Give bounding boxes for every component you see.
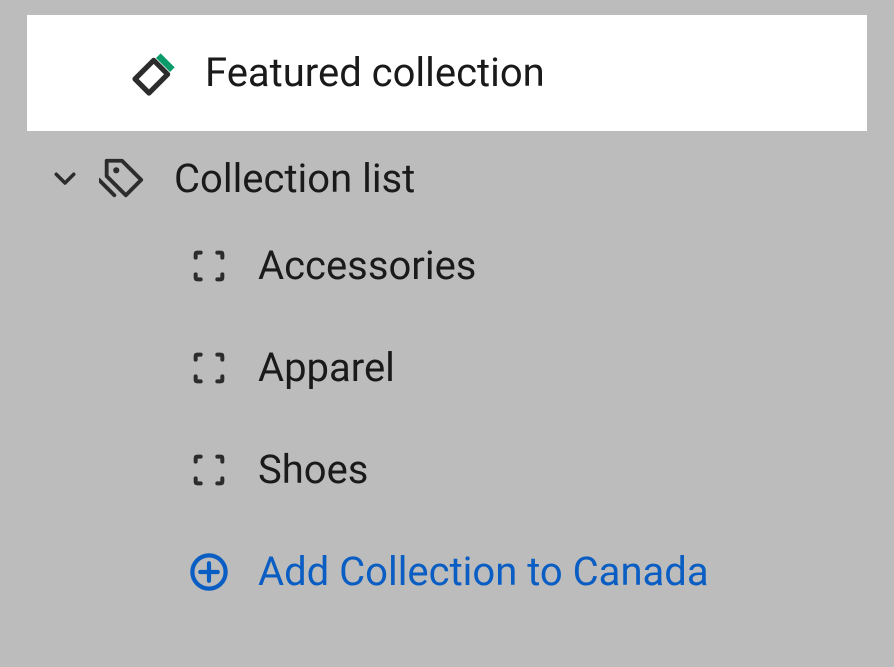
collection-item-accessories[interactable]: Accessories <box>0 242 894 344</box>
collection-list-children: Accessories Apparel Shoes Add Collection… <box>0 202 894 595</box>
collection-list-label: Collection list <box>174 155 415 202</box>
tag-icon <box>98 154 146 202</box>
collection-item-label: Apparel <box>258 344 395 391</box>
chevron-down-icon[interactable] <box>50 163 80 193</box>
collection-item-shoes[interactable]: Shoes <box>0 446 894 548</box>
block-icon <box>188 449 230 491</box>
featured-collection-label: Featured collection <box>205 49 545 96</box>
add-collection-row[interactable]: Add Collection to Canada <box>0 548 894 595</box>
plus-circle-icon <box>188 551 230 593</box>
collection-list-row[interactable]: Collection list <box>0 131 894 202</box>
collection-item-label: Accessories <box>258 242 476 289</box>
collection-item-apparel[interactable]: Apparel <box>0 344 894 446</box>
block-icon <box>188 245 230 287</box>
block-icon <box>188 347 230 389</box>
featured-collection-row[interactable]: Featured collection <box>27 15 867 131</box>
brush-icon <box>127 43 185 101</box>
add-collection-label: Add Collection to Canada <box>258 548 709 595</box>
collection-item-label: Shoes <box>258 446 368 493</box>
